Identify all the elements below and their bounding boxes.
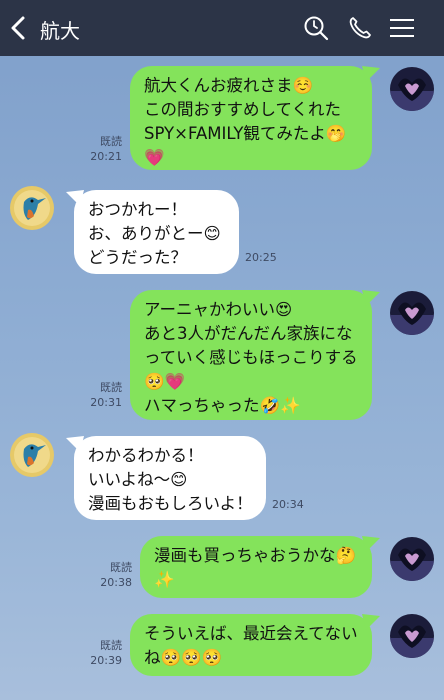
read-receipt: 既読 xyxy=(100,381,122,394)
message-text-line: あと3人がだんだん家族にな xyxy=(144,324,353,343)
message-text-line: ✨ xyxy=(154,570,175,589)
contact-avatar[interactable] xyxy=(10,186,54,230)
message-time: 20:31 xyxy=(90,396,122,409)
message-text-line: 💗 xyxy=(144,148,165,167)
message-time: 20:25 xyxy=(245,251,277,264)
message-meta: 既読 20:39 xyxy=(86,638,122,668)
my-avatar[interactable] xyxy=(390,291,434,335)
menu-icon[interactable] xyxy=(388,14,416,42)
message-bubble-theirs[interactable]: おつかれー！ お、ありがとー😊 どうだった？ xyxy=(66,190,239,274)
message-meta: 既読 20:31 xyxy=(86,380,122,410)
message-time: 20:34 xyxy=(272,498,304,511)
message-time: 20:21 xyxy=(90,150,122,163)
bubble-tail xyxy=(362,536,380,552)
message-text-line: SPY×FAMILY観てみたよ🤭 xyxy=(144,124,347,143)
message-bubble-mine[interactable]: そういえば、最近会えてない ね🥺🥺🥺 xyxy=(130,614,380,676)
read-receipt: 既読 xyxy=(100,135,122,148)
bubble-tail xyxy=(66,436,84,452)
message-text-line: っていく感じもほっこりする xyxy=(144,348,358,367)
message-text-line: 漫画もおもしろいよ！ xyxy=(88,494,253,513)
message-text-line: おつかれー！ xyxy=(88,200,187,219)
heart-hands-photo xyxy=(390,614,434,658)
message-bubble-mine[interactable]: 航大くんお疲れさま☺️ この間おすすめしてくれた SPY×FAMILY観てみたよ… xyxy=(130,66,380,170)
message-text-line: 🥺💗 xyxy=(144,372,186,391)
message-text-line: この間おすすめしてくれた xyxy=(144,100,342,119)
bubble-tail xyxy=(362,614,380,630)
search-icon[interactable] xyxy=(302,14,330,42)
message-meta: 既読 20:38 xyxy=(96,560,132,590)
read-receipt: 既読 xyxy=(100,639,122,652)
chat-title: 航大 xyxy=(40,19,80,43)
message-meta: 20:25 xyxy=(245,250,285,265)
bubble-tail xyxy=(362,290,380,306)
message-text-line: ハマっちゃった🤣✨ xyxy=(144,396,301,415)
chat-header: 航大 xyxy=(0,0,444,56)
message-text-line: 漫画も買っちゃおうかな🤔 xyxy=(154,546,357,565)
message-time: 20:39 xyxy=(90,654,122,667)
my-avatar[interactable] xyxy=(390,614,434,658)
message-meta: 既読 20:21 xyxy=(86,134,122,164)
message-bubble-theirs[interactable]: わかるわかる！ いいよね〜😊 漫画もおもしろいよ！ xyxy=(66,436,266,520)
message-text-line: お、ありがとー😊 xyxy=(88,224,221,243)
message-time: 20:38 xyxy=(100,576,132,589)
message-text-line: ね🥺🥺🥺 xyxy=(144,648,223,667)
message-text-line: そういえば、最近会えてない xyxy=(144,624,358,643)
bubble-tail xyxy=(66,190,84,206)
read-receipt: 既読 xyxy=(110,561,132,574)
heart-hands-photo xyxy=(390,291,434,335)
heart-hands-photo xyxy=(390,67,434,111)
kingfisher-photo xyxy=(10,186,54,230)
kingfisher-photo xyxy=(10,433,54,477)
message-text-line: 航大くんお疲れさま☺️ xyxy=(144,76,314,95)
my-avatar[interactable] xyxy=(390,537,434,581)
message-bubble-mine[interactable]: アーニャかわいい😍 あと3人がだんだん家族にな っていく感じもほっこりする 🥺💗… xyxy=(130,290,380,420)
contact-avatar[interactable] xyxy=(10,433,54,477)
heart-hands-photo xyxy=(390,537,434,581)
message-text-line: いいよね〜😊 xyxy=(88,470,188,489)
message-meta: 20:34 xyxy=(272,497,312,512)
message-bubble-mine[interactable]: 漫画も買っちゃおうかな🤔 ✨ xyxy=(140,536,380,598)
message-text-line: アーニャかわいい😍 xyxy=(144,300,293,319)
back-arrow-icon[interactable] xyxy=(8,12,30,44)
phone-icon[interactable] xyxy=(346,14,374,42)
my-avatar[interactable] xyxy=(390,67,434,111)
message-text-line: わかるわかる！ xyxy=(88,446,204,465)
bubble-tail xyxy=(362,66,380,82)
message-text-line: どうだった？ xyxy=(88,248,187,267)
